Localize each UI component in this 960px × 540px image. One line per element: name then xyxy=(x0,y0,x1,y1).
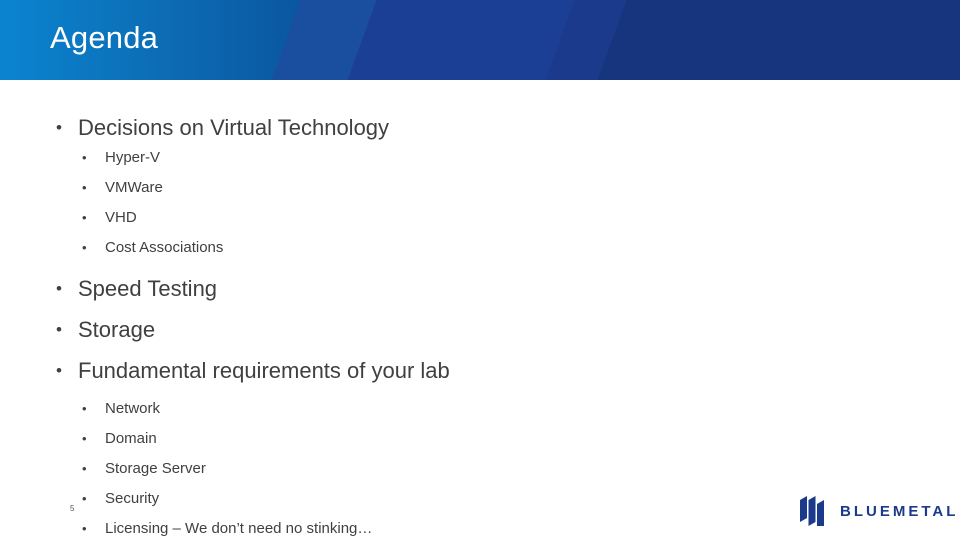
outline-subitem-cost-associations: • Cost Associations xyxy=(82,233,389,263)
outline-item-storage: • Storage xyxy=(56,315,450,345)
outline-subitem-label: Security xyxy=(105,490,160,507)
outline-group-decisions: • Decisions on Virtual Technology • Hype… xyxy=(0,113,389,263)
bullet-icon: • xyxy=(56,320,62,339)
bullet-icon: • xyxy=(56,279,62,298)
bullet-icon: • xyxy=(82,180,87,195)
outline-subitem-network: • Network xyxy=(82,394,372,424)
bluemetal-logo: BLUEMETAL xyxy=(800,496,958,526)
outline-subitem-label: Cost Associations xyxy=(105,239,224,256)
outline-group-requirements: • Network • Domain • Storage Server • Se… xyxy=(0,394,372,540)
outline-subitem-vmware: • VMWare xyxy=(82,173,389,203)
bullet-icon: • xyxy=(82,210,87,225)
outline-subitem-label: Domain xyxy=(105,430,157,447)
outline-item-fundamental-requirements: • Fundamental requirements of your lab xyxy=(56,356,450,386)
bullet-icon: • xyxy=(82,461,87,476)
page-number: 5 xyxy=(70,504,75,513)
outline-subitem-label: VHD xyxy=(105,209,137,226)
page-title: Agenda xyxy=(50,20,159,55)
bluemetal-wordmark: BLUEMETAL xyxy=(840,502,959,520)
outline-subitem-label: Hyper-V xyxy=(105,149,161,166)
slide-body: • Decisions on Virtual Technology • Hype… xyxy=(0,80,960,540)
outline-subitem-storage-server: • Storage Server xyxy=(82,454,372,484)
bullet-icon: • xyxy=(82,401,87,416)
bullet-icon: • xyxy=(82,150,87,165)
bullet-icon: • xyxy=(82,521,87,536)
outline-subitem-hyperv: • Hyper-V xyxy=(82,143,389,173)
slide-header: Agenda xyxy=(0,0,960,80)
outline-item-label: Speed Testing xyxy=(78,276,218,301)
header-chevron-d xyxy=(593,0,960,80)
outline-subitem-label: Network xyxy=(105,400,161,417)
outline-subitem-security: • Security xyxy=(82,484,372,514)
outline-item-label: Storage xyxy=(78,317,156,342)
bullet-icon: • xyxy=(82,240,87,255)
outline-item-label: Decisions on Virtual Technology xyxy=(78,115,390,140)
outline-subitem-domain: • Domain xyxy=(82,424,372,454)
bullet-icon: • xyxy=(56,361,62,380)
bullet-icon: • xyxy=(82,491,87,506)
outline-subitem-licensing: • Licensing – We don’t need no stinking… xyxy=(82,514,372,540)
outline-subitem-vhd: • VHD xyxy=(82,203,389,233)
outline-subitem-label: Storage Server xyxy=(105,460,206,477)
outline-item-speed-testing: • Speed Testing xyxy=(56,274,450,304)
outline-subitem-label: Licensing – We don’t need no stinking… xyxy=(105,520,373,537)
outline-subitem-label: VMWare xyxy=(105,179,163,196)
bullet-icon: • xyxy=(82,431,87,446)
outline-item-label: Fundamental requirements of your lab xyxy=(78,358,450,383)
outline-item-decisions: • Decisions on Virtual Technology xyxy=(56,113,389,143)
bullet-icon: • xyxy=(56,118,62,137)
slide: Agenda • Decisions on Virtual Technology… xyxy=(0,0,960,540)
outline-group-topics: • Speed Testing • Storage • Fundamental … xyxy=(0,274,450,386)
bluemetal-mark-icon xyxy=(800,496,830,526)
